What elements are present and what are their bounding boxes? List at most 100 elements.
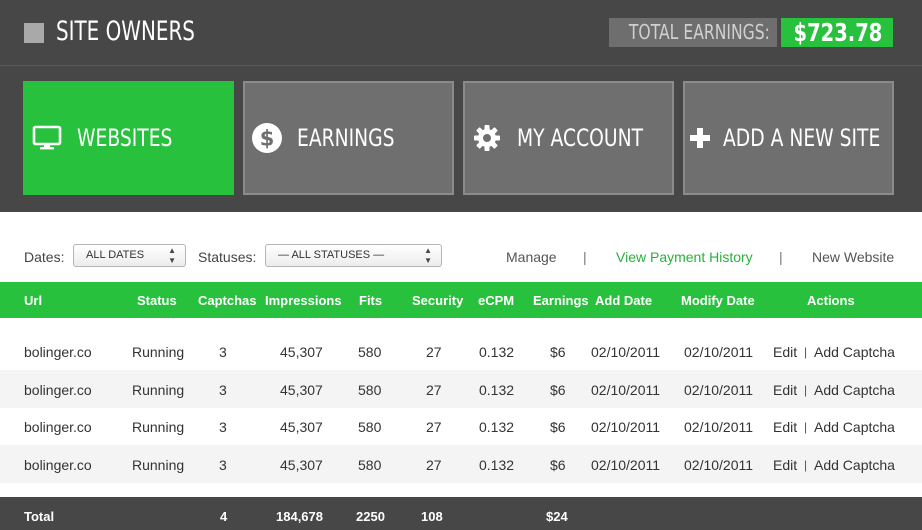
new-website-link[interactable]: New Website — [812, 249, 894, 265]
table-row: bolinger.co Running 3 45,307 580 27 0.132 $6 02/… — [0, 332, 922, 370]
nav-tile-websites[interactable]: WEBSITES — [23, 81, 234, 195]
cell-ecpm: 0.132 — [479, 344, 515, 360]
page-title: SITE OWNERS — [56, 16, 195, 47]
nav-tile-add-new-site[interactable]: ADD A NEW SITE — [683, 81, 894, 195]
totals-impressions: 184,678 — [276, 509, 323, 524]
cell-earnings: $6 — [550, 457, 566, 473]
nav-label: EARNINGS — [296, 124, 395, 152]
cell-captchas: 3 — [219, 382, 227, 398]
edit-link[interactable]: Edit — [773, 419, 797, 435]
view-payment-history-link[interactable]: View Payment History — [616, 249, 753, 265]
main-nav: WEBSITES $ EARNINGS MY ACCOUNT ADD A NEW… — [0, 66, 922, 212]
cell-impressions: 45,307 — [280, 419, 323, 435]
table-row: bolinger.co Running 3 45,307 580 27 0.132 $6 02/… — [0, 445, 922, 483]
gear-icon — [471, 122, 503, 154]
cell-add-date: 02/10/2011 — [591, 344, 661, 360]
edit-link[interactable]: Edit — [773, 344, 797, 360]
cell-impressions: 45,307 — [280, 382, 323, 398]
table-row: bolinger.co Running 3 45,307 580 27 0.132 $6 02/… — [0, 370, 922, 408]
edit-link[interactable]: Edit — [773, 382, 797, 398]
link-separator: | — [583, 249, 587, 265]
cell-captchas: 3 — [219, 419, 227, 435]
cell-ecpm: 0.132 — [479, 457, 515, 473]
col-captchas[interactable]: Captchas — [198, 293, 257, 308]
monitor-icon — [31, 122, 63, 154]
col-fits[interactable]: Fits — [359, 293, 382, 308]
cell-earnings: $6 — [550, 382, 566, 398]
cell-url: bolinger.co — [24, 382, 92, 398]
add-captcha-link[interactable]: Add Captcha — [814, 457, 895, 473]
total-earnings-label: TOTAL EARNINGS: — [609, 18, 777, 47]
cell-security: 27 — [426, 457, 442, 473]
col-actions: Actions — [807, 293, 855, 308]
col-ecpm[interactable]: eCPM — [478, 293, 514, 308]
col-security[interactable]: Security — [412, 293, 463, 308]
cell-impressions: 45,307 — [280, 344, 323, 360]
col-earnings[interactable]: Earnings — [533, 293, 589, 308]
filter-bar: Dates: ALL DATES ▲ ▼ Statuses: — ALL STAT… — [0, 232, 922, 282]
nav-tile-my-account[interactable]: MY ACCOUNT — [463, 81, 674, 195]
edit-link[interactable]: Edit — [773, 457, 797, 473]
cell-captchas: 3 — [219, 344, 227, 360]
total-earnings-value: $723.78 — [781, 18, 893, 47]
plus-icon — [689, 122, 711, 154]
cell-url: bolinger.co — [24, 457, 92, 473]
select-arrows-icon: ▲ ▼ — [168, 246, 176, 265]
cell-fits: 580 — [358, 382, 382, 398]
action-separator: | — [804, 458, 808, 472]
col-url[interactable]: Url — [24, 293, 42, 308]
statuses-select-value: — ALL STATUSES — — [278, 249, 385, 261]
totals-row: Total 4 184,678 2250 108 $24 — [0, 497, 922, 530]
cell-status: Running — [132, 344, 185, 360]
col-impressions[interactable]: Impressions — [265, 293, 342, 308]
col-status[interactable]: Status — [137, 293, 177, 308]
cell-status: Running — [132, 457, 185, 473]
table-header: Url Status Captchas Impressions Fits Sec… — [0, 282, 922, 318]
nav-label: MY ACCOUNT — [516, 124, 643, 152]
cell-security: 27 — [426, 344, 442, 360]
cell-fits: 580 — [358, 344, 382, 360]
cell-status: Running — [132, 382, 185, 398]
col-add-date[interactable]: Add Date — [595, 293, 652, 308]
cell-url: bolinger.co — [24, 344, 92, 360]
dates-select-value: ALL DATES — [86, 249, 145, 261]
action-separator: | — [804, 420, 808, 434]
nav-label: ADD A NEW SITE — [723, 124, 881, 152]
nav-tile-earnings[interactable]: $ EARNINGS — [243, 81, 454, 195]
cell-add-date: 02/10/2011 — [591, 419, 661, 435]
cell-modify-date: 02/10/2011 — [684, 419, 754, 435]
cell-fits: 580 — [358, 457, 382, 473]
cell-modify-date: 02/10/2011 — [684, 457, 754, 473]
add-captcha-link[interactable]: Add Captcha — [814, 419, 895, 435]
cell-modify-date: 02/10/2011 — [684, 382, 754, 398]
cell-add-date: 02/10/2011 — [591, 457, 661, 473]
top-header: SITE OWNERS TOTAL EARNINGS: $723.78 — [0, 0, 922, 66]
link-separator: | — [779, 249, 783, 265]
cell-security: 27 — [426, 382, 442, 398]
col-modify-date[interactable]: Modify Date — [681, 293, 755, 308]
cell-captchas: 3 — [219, 457, 227, 473]
cell-status: Running — [132, 419, 185, 435]
cell-fits: 580 — [358, 419, 382, 435]
manage-link[interactable]: Manage — [506, 249, 557, 265]
add-captcha-link[interactable]: Add Captcha — [814, 344, 895, 360]
select-arrows-icon: ▲ ▼ — [424, 246, 432, 265]
statuses-label: Statuses: — [198, 249, 257, 265]
totals-security: 108 — [421, 509, 443, 524]
action-separator: | — [804, 383, 808, 397]
cell-add-date: 02/10/2011 — [591, 382, 661, 398]
dates-select[interactable]: ALL DATES ▲ ▼ — [73, 244, 186, 267]
cell-security: 27 — [426, 419, 442, 435]
cell-modify-date: 02/10/2011 — [684, 344, 754, 360]
cell-ecpm: 0.132 — [479, 419, 515, 435]
add-captcha-link[interactable]: Add Captcha — [814, 382, 895, 398]
logo-square — [24, 23, 44, 43]
totals-label: Total — [24, 509, 55, 524]
totals-captchas: 4 — [220, 509, 228, 524]
dates-label: Dates: — [24, 249, 65, 265]
cell-impressions: 45,307 — [280, 457, 323, 473]
statuses-select[interactable]: — ALL STATUSES — ▲ ▼ — [265, 244, 442, 267]
totals-earnings: $24 — [546, 509, 568, 524]
nav-label: WEBSITES — [76, 124, 172, 152]
cell-earnings: $6 — [550, 344, 566, 360]
